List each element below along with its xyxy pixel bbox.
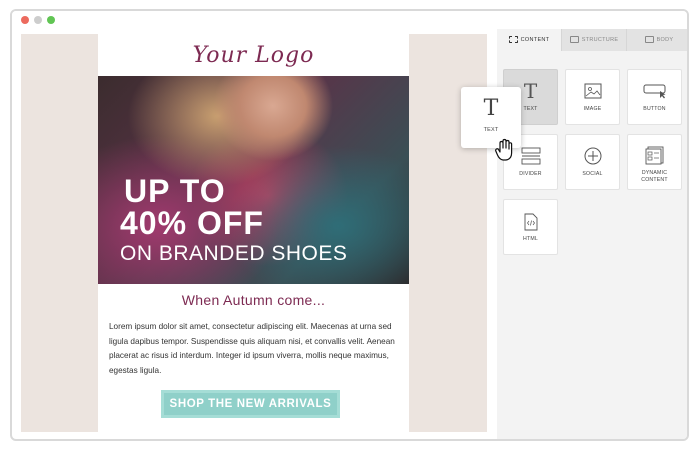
body-text-block[interactable]: Lorem ipsum dolor sit amet, consectetur … [109, 320, 401, 378]
hero-subheadline: ON BRANDED SHOES [120, 242, 348, 265]
tab-structure[interactable]: STRUCTURE [561, 29, 626, 51]
grab-cursor-icon [495, 138, 513, 161]
minimize-window-button[interactable] [34, 16, 42, 24]
block-social-label: SOCIAL [582, 171, 603, 177]
window-icon [644, 36, 654, 44]
block-dynamic-content[interactable]: DYNAMIC CONTENT [627, 134, 682, 190]
plus-circle-icon [584, 147, 601, 165]
block-button-label: BUTTON [643, 106, 666, 112]
tab-content-label: CONTENT [520, 37, 550, 43]
app-window: Your Logo UP TO 40% OFF ON BRANDED SHOES… [10, 9, 689, 441]
rows-icon [569, 36, 579, 44]
editor-canvas: Your Logo UP TO 40% OFF ON BRANDED SHOES… [21, 34, 487, 432]
tab-body[interactable]: BODY [626, 29, 687, 51]
html-file-icon [524, 213, 537, 231]
dynamic-content-icon [645, 146, 663, 165]
block-button[interactable]: BUTTON [627, 69, 682, 125]
button-icon [643, 84, 665, 99]
section-heading[interactable]: When Autumn come... [98, 292, 409, 308]
hero-image-block[interactable]: UP TO 40% OFF ON BRANDED SHOES [98, 76, 409, 284]
tab-body-label: BODY [656, 37, 674, 43]
text-icon: T [523, 79, 538, 103]
email-preview: Your Logo UP TO 40% OFF ON BRANDED SHOES… [98, 34, 409, 432]
title-bar [12, 11, 687, 31]
grid-icon [508, 36, 518, 44]
block-social[interactable]: SOCIAL [565, 134, 620, 190]
panel-tabs: CONTENT STRUCTURE BODY [497, 29, 687, 51]
divider-icon [521, 147, 540, 165]
block-html-label: HTML [523, 236, 538, 242]
shop-new-arrivals-button[interactable]: SHOP THE NEW ARRIVALS [161, 390, 340, 418]
text-icon: T [483, 96, 499, 121]
close-window-button[interactable] [21, 16, 29, 24]
block-dynamic-content-label: DYNAMIC CONTENT [641, 170, 668, 183]
hero-headline-line1: UP TO [124, 173, 226, 209]
image-icon [584, 83, 601, 99]
block-image-label: IMAGE [583, 106, 602, 112]
block-html[interactable]: HTML [503, 199, 558, 255]
maximize-window-button[interactable] [47, 16, 55, 24]
content-panel: CONTENT STRUCTURE BODY T TEXT IMAGE BUTT… [497, 29, 687, 439]
block-image[interactable]: IMAGE [565, 69, 620, 125]
block-divider-label: DIVIDER [519, 171, 542, 177]
dragged-block-label: TEXT [483, 127, 499, 133]
hero-headline-line2: 40% OFF [120, 205, 264, 241]
logo-block[interactable]: Your Logo [98, 34, 409, 76]
tab-content[interactable]: CONTENT [497, 29, 561, 51]
tab-structure-label: STRUCTURE [581, 37, 619, 43]
